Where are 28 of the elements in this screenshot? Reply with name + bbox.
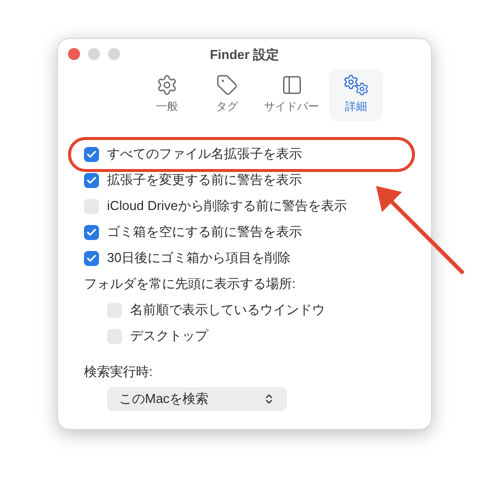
checkmark-icon — [86, 148, 97, 160]
chevron-icon — [263, 393, 275, 405]
checkbox[interactable] — [84, 224, 99, 240]
toolbar-tab[interactable]: 詳細 — [329, 69, 383, 121]
checkbox[interactable] — [84, 172, 99, 188]
gears-icon — [343, 74, 369, 96]
toolbar-tab[interactable]: サイドバー — [260, 69, 323, 121]
gear-icon — [156, 74, 178, 96]
section-label: 検索実行時: — [84, 363, 154, 382]
section-label: フォルダを常に先頭に表示する場所: — [84, 275, 297, 294]
close-button[interactable] — [68, 48, 80, 60]
checkbox[interactable] — [84, 250, 99, 266]
window-title: Finder 設定 — [210, 46, 280, 64]
option-label: 拡張子を変更する前に警告を表示 — [107, 171, 302, 190]
option-label: すべてのファイル名拡張子を表示 — [107, 145, 302, 164]
option-label: 30日後にゴミ箱から項目を削除 — [107, 249, 290, 268]
checkmark-icon — [86, 252, 97, 264]
checkbox[interactable] — [84, 146, 99, 162]
tag-icon — [216, 74, 238, 96]
checkmark-icon — [86, 226, 97, 238]
toolbar-tab[interactable]: タグ — [200, 69, 254, 121]
checkmark-icon — [86, 174, 97, 186]
option-label: デスクトップ — [130, 327, 208, 346]
toolbar-tab[interactable]: 一般 — [140, 69, 194, 121]
option-label: iCloud Driveから削除する前に警告を表示 — [107, 197, 347, 216]
option-label: ゴミ箱を空にする前に警告を表示 — [107, 223, 302, 242]
option-label: 名前順で表示しているウインドウ — [130, 301, 325, 320]
search-scope-popup[interactable]: このMacを検索 — [107, 387, 287, 411]
